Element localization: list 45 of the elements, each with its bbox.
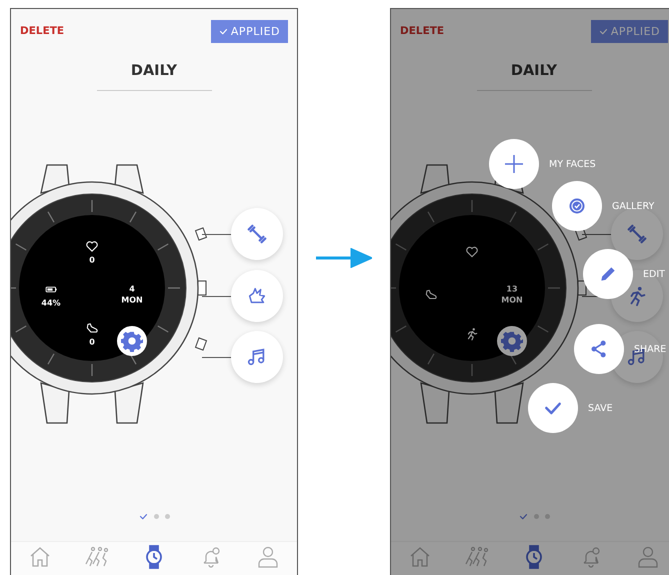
shortcut-button[interactable] [231,331,283,383]
menu-action-label: SHARE [634,344,666,354]
menu-action-button[interactable] [489,139,539,189]
shortcut-button[interactable] [231,270,283,322]
watch-face-title: DAILY [130,63,178,79]
applied-button[interactable]: APPLIED [210,20,288,42]
complication-value: 13 [506,286,518,294]
gear-icon [501,330,523,352]
menu-action-label: MY FACES [549,158,596,170]
menu-action-label: SAVE [588,402,613,414]
complication-label: MON [501,296,523,304]
menu-action-button[interactable] [552,181,602,231]
complication-value: 4 [129,286,135,294]
watch-check-icon [567,196,587,216]
complication-value: 44% [41,300,61,308]
complication-value: 0 [89,338,95,346]
delete-button[interactable]: DELETE [400,25,444,37]
menu-action-label: GALLERY [612,200,654,212]
checkmark-icon [598,26,608,36]
nav-tab[interactable] [256,545,280,569]
watch-face-title: DAILY [510,63,558,79]
complication-label: MON [121,296,143,304]
shoe-icon [424,288,438,302]
menu-action-button[interactable] [528,383,578,433]
person-icon [636,545,660,569]
dumbbell-icon [626,223,648,245]
heart-icon [85,240,99,254]
shortcut-button[interactable] [231,208,283,260]
applied-button[interactable]: APPLIED [590,20,668,42]
runners-icon [84,545,109,569]
shoe-icon [85,322,99,336]
dumbbell-icon [246,223,268,245]
running-person-icon [465,327,479,341]
gear-icon [121,330,143,352]
runners-icon [464,545,489,569]
nav-tab[interactable] [84,545,109,569]
plus-icon [502,152,526,176]
menu-action-label: EDIT [643,268,665,280]
menu-action-button[interactable] [574,324,624,374]
right-arrow-icon [316,248,372,268]
person-icon [256,545,280,569]
checkmark-icon [218,26,228,36]
delete-button[interactable]: DELETE [20,25,64,37]
heart-icon [465,245,479,259]
complication-value: 0 [89,256,95,264]
